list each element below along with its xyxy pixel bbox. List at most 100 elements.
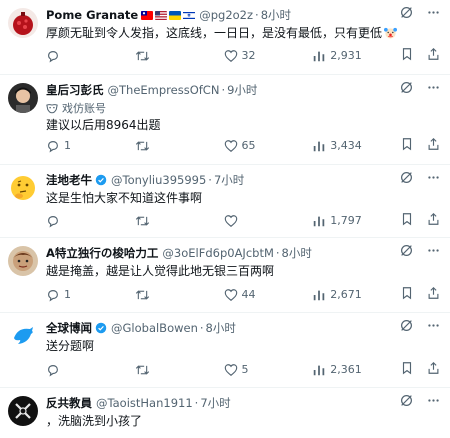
pomegranate-avatar-icon — [8, 8, 38, 38]
avatar[interactable] — [8, 396, 38, 426]
tweet[interactable]: 皇后习彭氏 @TheEmpressOfCN · 9小时 戏仿账号 建议以后用89… — [0, 75, 450, 165]
reply-icon — [48, 364, 58, 376]
avatar[interactable] — [8, 173, 38, 203]
views-button[interactable]: 3,434 — [312, 139, 362, 153]
views-button[interactable]: 1,797 — [312, 214, 362, 228]
handle[interactable]: @3oElFd6p0AJcbtM — [162, 246, 273, 260]
share-icon[interactable] — [427, 361, 440, 378]
tweet[interactable]: A特立独行の梭哈力工 @3oElFd6p0AJcbtM · 8小时 越是掩盖，越… — [0, 238, 450, 313]
us-flag-icon — [155, 10, 168, 20]
ukraine-flag-icon — [169, 10, 182, 20]
reply-button[interactable]: 1 — [46, 139, 96, 153]
retweet-icon — [135, 364, 149, 375]
views-button[interactable]: 2,671 — [312, 288, 362, 302]
reply-button[interactable] — [46, 363, 96, 377]
handle[interactable]: @Tonyliu395995 — [111, 173, 206, 187]
timestamp[interactable]: 7小时 — [214, 172, 244, 188]
bookmark-icon[interactable] — [401, 286, 413, 303]
grok-icon[interactable] — [400, 319, 413, 332]
more-options-icon[interactable] — [427, 6, 440, 19]
tweet[interactable]: 全球博闻 @GlobalBowen · 8小时 送分题啊 5 2,361 — [0, 313, 450, 388]
reply-button[interactable] — [46, 49, 96, 63]
tweet[interactable]: Pome Granate @pg2o2z · 8小时 厚颜无耻到令人发指，这底线… — [0, 0, 450, 75]
handle[interactable]: @TaoistHan1911 — [96, 396, 193, 410]
grok-icon[interactable] — [400, 394, 413, 407]
retweet-button[interactable] — [135, 363, 185, 377]
share-icon[interactable] — [427, 137, 440, 154]
timestamp[interactable]: 8小时 — [206, 320, 236, 336]
tweet-text: 建议以后用8964出题 — [46, 118, 161, 132]
views-icon — [314, 141, 325, 151]
more-options-icon[interactable] — [427, 394, 440, 407]
more-options-icon[interactable] — [427, 319, 440, 332]
views-icon — [314, 51, 325, 61]
tweet-text: 越是掩盖，越是让人觉得此地无银三百两啊 — [46, 264, 275, 278]
avatar[interactable] — [8, 246, 38, 276]
israel-flag-icon — [183, 10, 196, 20]
views-icon — [314, 290, 325, 300]
tweet-text: ，洗脑洗到小孩了 — [46, 414, 143, 428]
avatar[interactable] — [8, 83, 38, 113]
reply-icon — [48, 140, 58, 152]
display-name[interactable]: 洼地老牛 — [46, 172, 92, 188]
bookmark-icon[interactable] — [401, 212, 413, 229]
retweet-button[interactable] — [135, 139, 185, 153]
bookmark-icon[interactable] — [401, 137, 413, 154]
grok-icon[interactable] — [400, 171, 413, 184]
reply-icon — [48, 50, 58, 62]
tweet[interactable]: 洼地老牛 @Tonyliu395995 · 7小时 这是生怕大家不知道这件事啊 — [0, 165, 450, 238]
like-button[interactable]: 5 — [224, 363, 274, 377]
bookmark-icon[interactable] — [401, 47, 413, 64]
avatar[interactable] — [8, 8, 38, 38]
tweet-text: 这是生怕大家不知道这件事啊 — [46, 191, 203, 205]
display-name[interactable]: 全球博闻 — [46, 320, 92, 336]
like-button[interactable]: 65 — [224, 139, 274, 153]
handle[interactable]: @pg2o2z — [199, 8, 253, 22]
display-name[interactable]: 反共教員 — [46, 395, 92, 411]
handle[interactable]: @GlobalBowen — [111, 321, 198, 335]
tweet-text: 厚颜无耻到令人发指，这底线，一日日，是没有最低，只有更低 — [46, 25, 440, 44]
share-icon[interactable] — [427, 286, 440, 303]
timestamp[interactable]: 7小时 — [200, 395, 230, 411]
grok-icon[interactable] — [400, 81, 413, 94]
views-button[interactable]: 2,931 — [312, 49, 362, 63]
thinking-face-avatar-icon — [8, 173, 38, 203]
retweet-icon — [135, 140, 149, 151]
more-options-icon[interactable] — [427, 171, 440, 184]
like-button[interactable]: 32 — [224, 49, 274, 63]
timestamp[interactable]: 8小时 — [261, 7, 291, 23]
grok-icon[interactable] — [400, 244, 413, 257]
share-icon[interactable] — [427, 47, 440, 64]
like-button[interactable]: 44 — [224, 288, 274, 302]
bookmark-icon[interactable] — [401, 361, 413, 378]
tweet[interactable]: 反共教員 @TaoistHan1911 · 7小时 ，洗脑洗到小孩了 — [0, 388, 450, 438]
like-button[interactable] — [224, 214, 274, 228]
heart-icon — [224, 363, 237, 376]
retweet-icon — [135, 50, 149, 61]
handle[interactable]: @TheEmpressOfCN — [108, 83, 220, 97]
more-options-icon[interactable] — [427, 244, 440, 257]
reply-button[interactable]: 1 — [46, 288, 96, 302]
display-name[interactable]: 皇后习彭氏 — [46, 82, 104, 98]
grok-icon[interactable] — [400, 6, 413, 19]
retweet-button[interactable] — [135, 49, 185, 63]
retweet-button[interactable] — [135, 288, 185, 302]
timestamp[interactable]: 8小时 — [282, 245, 312, 261]
reply-button[interactable] — [46, 214, 96, 228]
retweet-button[interactable] — [135, 214, 185, 228]
verified-badge-icon — [95, 322, 107, 334]
parody-label: 戏仿账号 — [46, 100, 440, 116]
views-icon — [314, 216, 325, 226]
display-name[interactable]: A特立独行の梭哈力工 — [46, 245, 158, 261]
dark-emblem-avatar-icon — [8, 396, 38, 426]
timestamp[interactable]: 9小时 — [227, 82, 257, 98]
heart-icon — [224, 139, 237, 152]
reply-icon — [48, 289, 58, 301]
more-options-icon[interactable] — [427, 81, 440, 94]
retweet-icon — [135, 215, 149, 226]
display-name[interactable]: Pome Granate — [46, 8, 138, 22]
avatar[interactable] — [8, 321, 38, 351]
share-icon[interactable] — [427, 212, 440, 229]
portrait-avatar-icon — [8, 83, 38, 113]
views-button[interactable]: 2,361 — [312, 363, 362, 377]
